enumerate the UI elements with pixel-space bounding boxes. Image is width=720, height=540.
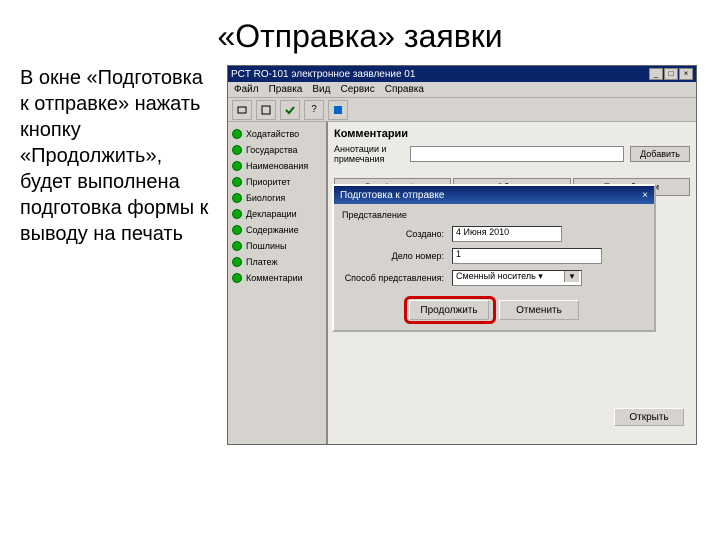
created-field[interactable]: 4 Июня 2010 (452, 226, 562, 242)
open-button[interactable]: Открыть (614, 408, 684, 426)
sidebar-item-declarations[interactable]: Декларации (230, 206, 324, 222)
sidebar-item-biology[interactable]: Биология (230, 190, 324, 206)
dialog-close-icon[interactable]: × (642, 190, 648, 201)
status-dot-icon (232, 225, 242, 235)
menu-service[interactable]: Сервис (340, 84, 374, 95)
sidebar-item-fees[interactable]: Пошлины (230, 238, 324, 254)
prepare-dialog: Подготовка к отправке × Представление Со… (332, 184, 656, 332)
sidebar-label: Биология (246, 193, 285, 203)
menu-edit[interactable]: Правка (269, 84, 303, 95)
help-icon[interactable]: ? (304, 100, 324, 120)
sidebar-item-states[interactable]: Государства (230, 142, 324, 158)
number-field[interactable]: 1 (452, 248, 602, 264)
toolbar: ? (228, 98, 696, 122)
sidebar-item-contents[interactable]: Содержание (230, 222, 324, 238)
status-dot-icon (232, 209, 242, 219)
sidebar-label: Государства (246, 145, 298, 155)
check-icon[interactable] (280, 100, 300, 120)
status-dot-icon (232, 257, 242, 267)
cancel-button[interactable]: Отменить (499, 300, 579, 320)
menu-view[interactable]: Вид (312, 84, 330, 95)
status-dot-icon (232, 129, 242, 139)
save-icon[interactable] (328, 100, 348, 120)
status-dot-icon (232, 273, 242, 283)
dialog-section-label: Представление (342, 210, 646, 220)
maximize-icon[interactable]: □ (664, 68, 678, 80)
number-label: Дело номер: (342, 251, 452, 261)
sidebar-label: Платеж (246, 257, 277, 267)
status-dot-icon (232, 241, 242, 251)
sidebar-label: Ходатайство (246, 129, 299, 139)
application-window: PCT RO-101 электронное заявление 01 _ □ … (227, 65, 697, 445)
slide-title: «Отправка» заявки (0, 0, 720, 65)
note-label: Аннотации и примечания (334, 144, 404, 164)
close-icon[interactable]: × (679, 68, 693, 80)
main-panel: Комментарии Аннотации и примечания Добав… (328, 122, 696, 444)
menubar: Файл Правка Вид Сервис Справка (228, 82, 696, 98)
sidebar-label: Приоритет (246, 177, 290, 187)
sidebar-item-petition[interactable]: Ходатайство (230, 126, 324, 142)
status-dot-icon (232, 145, 242, 155)
sidebar-label: Декларации (246, 209, 297, 219)
sidebar-item-priority[interactable]: Приоритет (230, 174, 324, 190)
created-label: Создано: (342, 229, 452, 239)
sidebar-item-names[interactable]: Наименования (230, 158, 324, 174)
method-label: Способ представления: (342, 273, 452, 283)
continue-button[interactable]: Продолжить (409, 300, 489, 320)
dialog-title-text: Подготовка к отправке (340, 190, 444, 201)
window-title: PCT RO-101 электронное заявление 01 (231, 69, 415, 80)
sidebar-label: Пошлины (246, 241, 286, 251)
print-icon[interactable] (232, 100, 252, 120)
method-select[interactable]: Сменный носитель ▾ (452, 270, 582, 286)
status-dot-icon (232, 177, 242, 187)
note-select[interactable] (410, 146, 624, 162)
minimize-icon[interactable]: _ (649, 68, 663, 80)
slide-instruction: В окне «Подготовка к отправке» нажать кн… (20, 65, 215, 445)
status-dot-icon (232, 193, 242, 203)
tool-icon[interactable] (256, 100, 276, 120)
sidebar-label: Комментарии (246, 273, 303, 283)
sidebar: Ходатайство Государства Наименования При… (228, 122, 328, 444)
titlebar: PCT RO-101 электронное заявление 01 _ □ … (228, 66, 696, 82)
dialog-titlebar: Подготовка к отправке × (334, 186, 654, 204)
menu-file[interactable]: Файл (234, 84, 259, 95)
comments-heading: Комментарии (334, 128, 690, 140)
sidebar-item-comments[interactable]: Комментарии (230, 270, 324, 286)
sidebar-label: Наименования (246, 161, 308, 171)
add-button[interactable]: Добавить (630, 146, 690, 162)
sidebar-item-payment[interactable]: Платеж (230, 254, 324, 270)
menu-help[interactable]: Справка (385, 84, 424, 95)
status-dot-icon (232, 161, 242, 171)
sidebar-label: Содержание (246, 225, 299, 235)
